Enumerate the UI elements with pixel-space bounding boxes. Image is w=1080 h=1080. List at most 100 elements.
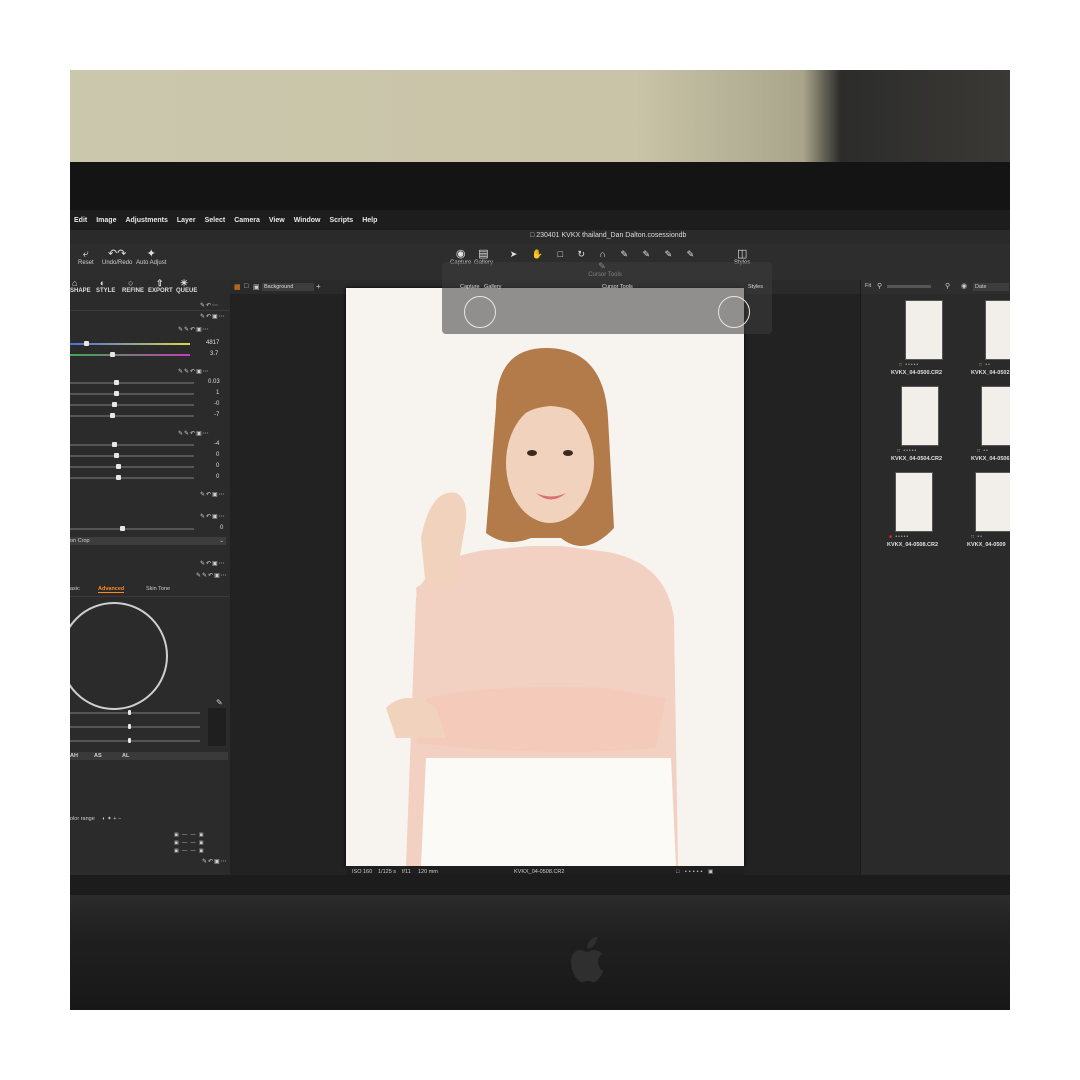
tab-shape[interactable]: SHAPE <box>70 288 91 294</box>
main-image[interactable] <box>346 288 744 866</box>
tool-header-buttons[interactable]: ✎✎↶▣⋯ <box>178 430 210 437</box>
thumbnail-3[interactable] <box>901 386 939 446</box>
tab-queue[interactable]: QUEUE <box>176 288 197 294</box>
slider-knob[interactable] <box>110 352 115 357</box>
browser-panel: Fit ⚲ ⚲ ◉ Date □ ••••• KVKX_04-0500.CR2 … <box>860 280 1010 880</box>
crop-dropdown[interactable]: on Crop ⌄ <box>70 537 226 545</box>
tab-skin-tone[interactable]: Skin Tone <box>146 586 170 592</box>
thumbnail-4[interactable] <box>981 386 1010 446</box>
slider-knob[interactable] <box>116 464 121 469</box>
tab-basic[interactable]: asic <box>70 586 80 592</box>
zoom-icon[interactable]: ⚲ <box>877 282 882 290</box>
slider-knob[interactable] <box>84 341 89 346</box>
menu-adjustments[interactable]: Adjustments <box>125 217 167 224</box>
thumbnail-5[interactable] <box>895 472 933 532</box>
slider-knob[interactable] <box>128 710 131 715</box>
compare-view-icon[interactable]: ▣ <box>253 283 260 291</box>
slider-knob[interactable] <box>112 442 117 447</box>
menu-view[interactable]: View <box>269 217 285 224</box>
grid-view-icon[interactable]: ▦ <box>234 283 241 291</box>
slider-knob[interactable] <box>114 453 119 458</box>
tool-header-buttons[interactable]: ✎✎↶▣⋯ <box>196 572 228 579</box>
sort-select[interactable]: Date <box>973 283 1009 291</box>
thumbnail-5-label: KVKX_04-0508.CR2 <box>887 542 939 548</box>
brightness-slider[interactable] <box>70 404 194 406</box>
slider-knob[interactable] <box>114 380 119 385</box>
slider-knob[interactable] <box>120 526 125 531</box>
eye-icon[interactable]: ◉ <box>961 282 967 290</box>
search-icon[interactable]: ⚲ <box>945 282 950 290</box>
picker-icons[interactable]: ◐ ✦ + − <box>102 816 121 822</box>
clarity-slider[interactable] <box>70 528 194 530</box>
undo-redo-button[interactable]: ↶↷ Undo/Redo <box>102 248 132 266</box>
eyedropper-icon[interactable]: ✎ <box>216 698 223 707</box>
thumb-rating[interactable]: □ •• <box>979 362 991 368</box>
thumb-rating[interactable]: ■ ••••• <box>889 534 909 540</box>
thumb-rating[interactable]: □ ••••• <box>899 362 919 368</box>
slider-knob[interactable] <box>116 475 121 480</box>
monitor-chin <box>70 895 1010 1010</box>
menu-scripts[interactable]: Scripts <box>329 217 353 224</box>
apple-logo-icon <box>571 937 603 982</box>
exposure-slider[interactable] <box>70 382 194 384</box>
slider-knob[interactable] <box>114 391 119 396</box>
fit-label[interactable]: Fit <box>865 283 871 289</box>
single-view-icon[interactable]: □ <box>244 283 248 290</box>
add-layer-icon[interactable]: + <box>316 282 321 291</box>
saturation-range-slider[interactable] <box>70 726 200 728</box>
tab-export[interactable]: EXPORT <box>148 288 173 294</box>
thumbnail-1[interactable] <box>905 300 943 360</box>
tool-header-buttons[interactable]: ✎↶▣⋯ <box>202 858 228 865</box>
menu-help[interactable]: Help <box>362 217 377 224</box>
hue-slider[interactable] <box>70 712 200 714</box>
tool-header-buttons[interactable]: ✎↶▣⋯ <box>200 513 226 520</box>
tab-advanced[interactable]: Advanced <box>98 586 125 593</box>
thumbnail-6[interactable] <box>975 472 1010 532</box>
saturation-slider[interactable] <box>70 415 194 417</box>
thumbnail-2[interactable] <box>985 300 1010 360</box>
zoom-slider[interactable] <box>887 285 931 288</box>
thumb-rating[interactable]: □ •• <box>977 448 989 454</box>
thumb-rating[interactable]: □ ••••• <box>897 448 917 454</box>
tab-style[interactable]: STYLE <box>96 288 115 294</box>
menu-select[interactable]: Select <box>205 217 226 224</box>
slider-knob[interactable] <box>128 724 131 729</box>
layer-buttons[interactable]: ▣ — — ▣ <box>174 848 205 854</box>
hdr-shadow-slider[interactable] <box>70 455 194 457</box>
slider-knob[interactable] <box>112 402 117 407</box>
color-wheel[interactable] <box>70 602 168 710</box>
menu-edit[interactable]: Edit <box>74 217 87 224</box>
undo-redo-icon: ↶↷ <box>107 248 127 260</box>
hdr-black-slider[interactable] <box>70 477 194 479</box>
tool-header-buttons[interactable]: ✎↶▣⋯ <box>200 491 226 498</box>
reset-button[interactable]: ⤶ Reset <box>78 248 94 266</box>
hdr-highlight-slider[interactable] <box>70 444 194 446</box>
lightness-range-slider[interactable] <box>70 740 200 742</box>
slider-knob[interactable] <box>110 413 115 418</box>
sort-select-label: Date <box>975 284 987 290</box>
background-select[interactable]: Background <box>262 283 314 291</box>
lens-flare-circle <box>464 296 496 328</box>
overlay-gallery-label: Gallery <box>484 284 502 290</box>
menu-window[interactable]: Window <box>294 217 321 224</box>
thumb-rating[interactable]: □ •• <box>971 534 983 540</box>
thumbnail-6-label: KVKX_04-0509 <box>967 542 1006 548</box>
tint-slider[interactable] <box>70 354 190 356</box>
slider-knob[interactable] <box>128 738 131 743</box>
tool-header-buttons[interactable]: ✎✎↶▣⋯ <box>178 326 210 333</box>
value-readout: 4817 <box>206 340 220 346</box>
menu-camera[interactable]: Camera <box>234 217 260 224</box>
hdr-white-slider[interactable] <box>70 466 194 468</box>
tool-header-buttons[interactable]: ✎✎↶▣⋯ <box>178 368 210 375</box>
menu-layer[interactable]: Layer <box>177 217 196 224</box>
layer-buttons[interactable]: ▣ — — ▣ <box>174 832 205 838</box>
tab-refine[interactable]: REFINE <box>122 288 144 294</box>
tool-header-buttons[interactable]: ✎↶⋯ <box>200 302 219 309</box>
tool-header-buttons[interactable]: ✎↶▣⋯ <box>200 313 226 320</box>
tool-header-buttons[interactable]: ✎↶▣⋯ <box>200 560 226 567</box>
layer-buttons[interactable]: ▣ — — ▣ <box>174 840 205 846</box>
contrast-slider[interactable] <box>70 393 194 395</box>
menu-image[interactable]: Image <box>96 217 116 224</box>
color-range-label: olor range <box>70 816 95 822</box>
auto-adjust-button[interactable]: ✦ Auto Adjust <box>136 248 166 266</box>
